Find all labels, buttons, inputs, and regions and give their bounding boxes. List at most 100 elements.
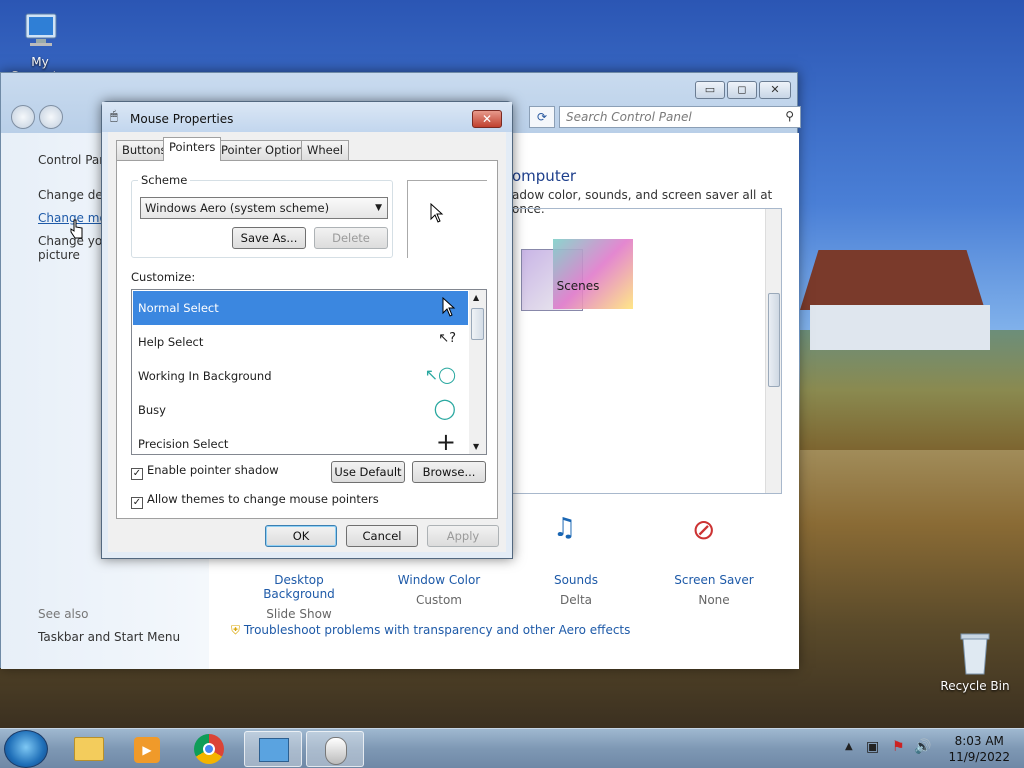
working-cursor-icon: ↖◯ <box>424 365 456 384</box>
theme-scrollbar-thumb[interactable] <box>768 293 780 387</box>
enable-shadow-checkbox[interactable]: ✓ Enable pointer shadow <box>131 463 279 480</box>
folder-icon <box>74 737 104 761</box>
use-default-button[interactable]: Use Default <box>331 461 405 483</box>
chrome-icon <box>194 734 224 764</box>
list-item[interactable]: Help Select ↖? <box>133 325 468 359</box>
sounds-value: Delta <box>559 593 592 607</box>
control-panel-icon <box>259 738 289 762</box>
mouse-cursor <box>70 219 83 239</box>
scroll-down-icon[interactable]: ▼ <box>473 442 479 451</box>
scroll-up-icon[interactable]: ▲ <box>473 293 479 302</box>
theme-list: Scenes <box>512 208 782 494</box>
tab-wheel[interactable]: Wheel <box>301 140 350 160</box>
desktop: My Computer Recycle Bin ▭ ◻ ✕ ⟳ Search C… <box>0 0 1024 728</box>
media-player-taskbar-button[interactable]: ▶ <box>118 731 176 767</box>
pointer-name: Normal Select <box>138 301 219 315</box>
close-button[interactable]: ✕ <box>759 81 791 99</box>
action-center-icon[interactable]: ⚑ <box>892 739 905 755</box>
refresh-button[interactable]: ⟳ <box>529 106 555 128</box>
chrome-taskbar-button[interactable] <box>180 731 238 767</box>
forward-button[interactable] <box>39 105 63 129</box>
see-also-label: See also <box>38 607 89 621</box>
arrow-cursor-icon <box>442 296 456 321</box>
desktop-background-label: Desktop Background <box>263 573 335 601</box>
clock-time: 8:03 AM <box>954 734 1004 748</box>
clock-date: 11/9/2022 <box>948 750 1010 764</box>
pointer-list[interactable]: Normal Select Help Select ↖? Working In … <box>131 289 487 455</box>
troubleshoot-label: Troubleshoot problems with transparency … <box>243 623 631 637</box>
show-hidden-icons-button[interactable]: ▲ <box>845 741 853 752</box>
save-as-button[interactable]: Save As... <box>232 227 306 249</box>
screen-saver-value: None <box>698 593 730 607</box>
allow-themes-checkbox[interactable]: ✓ Allow themes to change mouse pointers <box>131 492 379 509</box>
pointer-list-scrollbar[interactable]: ▲ ▼ <box>469 290 486 454</box>
search-placeholder: Search Control Panel <box>566 110 692 124</box>
ok-button[interactable]: OK <box>265 525 337 547</box>
volume-icon[interactable]: 🔊 <box>914 739 931 755</box>
theme-scenes-label: Scenes <box>556 279 600 293</box>
dialog-titlebar: 🖱 Mouse Properties ✕ <box>102 102 512 132</box>
checkbox-checked-icon: ✓ <box>131 468 143 480</box>
sounds-item[interactable]: ♫ Sounds Delta <box>531 513 621 607</box>
page-title: omputer <box>512 167 577 185</box>
delete-button[interactable]: Delete <box>314 227 388 249</box>
pointer-name: Working In Background <box>138 369 272 383</box>
tab-pointers[interactable]: Pointers <box>163 137 222 161</box>
list-item[interactable]: Normal Select <box>133 291 468 325</box>
explorer-taskbar-button[interactable] <box>60 731 118 767</box>
pointer-list-scrollbar-thumb[interactable] <box>471 308 484 340</box>
window-color-item[interactable]: Window Color Custom <box>389 573 489 607</box>
troubleshoot-link[interactable]: ⛨ Troubleshoot problems with transparenc… <box>231 623 630 638</box>
list-item[interactable]: Busy ◯ <box>133 393 468 427</box>
minimize-button[interactable]: ▭ <box>695 81 725 99</box>
browse-button[interactable]: Browse... <box>412 461 486 483</box>
pointers-panel: Scheme Windows Aero (system scheme) ▼ Sa… <box>116 160 498 519</box>
desktop-background-value: Slide Show <box>266 607 332 621</box>
network-icon[interactable]: ▣ <box>866 739 879 755</box>
customize-label: Customize: <box>131 270 196 284</box>
screen-saver-label: Screen Saver <box>674 573 754 587</box>
maximize-button[interactable]: ◻ <box>727 81 757 99</box>
help-cursor-icon: ↖? <box>438 331 456 346</box>
control-panel-taskbar-button[interactable] <box>244 731 302 767</box>
scheme-select[interactable]: Windows Aero (system scheme) ▼ <box>140 197 388 219</box>
search-input[interactable]: Search Control Panel ⚲ <box>559 106 801 128</box>
landscape-house <box>800 240 990 350</box>
chevron-down-icon: ▼ <box>375 203 382 213</box>
dialog-close-button[interactable]: ✕ <box>472 110 502 128</box>
dialog-title: Mouse Properties <box>130 112 234 126</box>
mouse-icon: 🖱 <box>110 109 118 124</box>
media-player-icon: ▶ <box>134 737 160 763</box>
checkbox-checked-icon: ✓ <box>131 497 143 509</box>
control-panel-titlebar: ▭ ◻ ✕ <box>1 73 797 103</box>
recycle-bin-label: Recycle Bin <box>940 679 1010 693</box>
theme-scrollbar[interactable] <box>765 209 781 493</box>
list-item[interactable]: Working In Background ↖◯ <box>133 359 468 393</box>
crosshair-cursor-icon: + <box>435 428 456 455</box>
search-icon: ⚲ <box>785 109 794 123</box>
window-color-value: Custom <box>416 593 462 607</box>
window-color-label: Window Color <box>397 573 481 587</box>
pointer-name: Busy <box>138 403 166 417</box>
pointer-name: Precision Select <box>138 437 229 451</box>
apply-button[interactable]: Apply <box>427 525 499 547</box>
enable-shadow-label: Enable pointer shadow <box>147 463 279 477</box>
mouse-properties-taskbar-button[interactable] <box>306 731 364 767</box>
cancel-button[interactable]: Cancel <box>346 525 418 547</box>
clock[interactable]: 8:03 AM 11/9/2022 <box>948 733 1010 765</box>
desktop-background-item[interactable]: Desktop Background Slide Show <box>239 573 359 621</box>
theme-scenes[interactable]: Scenes <box>513 239 643 359</box>
mouse-icon <box>325 737 347 765</box>
list-item[interactable]: Precision Select + <box>133 427 468 455</box>
sounds-icon: ♫ <box>553 513 577 543</box>
back-button[interactable] <box>11 105 35 129</box>
screen-saver-item[interactable]: ⊘ Screen Saver None <box>664 513 764 607</box>
recycle-bin-icon[interactable]: Recycle Bin <box>940 630 1010 693</box>
arrow-cursor-icon <box>430 203 444 223</box>
allow-themes-label: Allow themes to change mouse pointers <box>147 492 379 506</box>
pointer-preview <box>407 180 487 258</box>
start-button[interactable] <box>4 730 48 768</box>
screen-saver-icon: ⊘ <box>692 513 716 546</box>
taskbar-start-menu-link[interactable]: Taskbar and Start Menu <box>38 630 180 644</box>
sounds-label: Sounds <box>553 573 599 587</box>
